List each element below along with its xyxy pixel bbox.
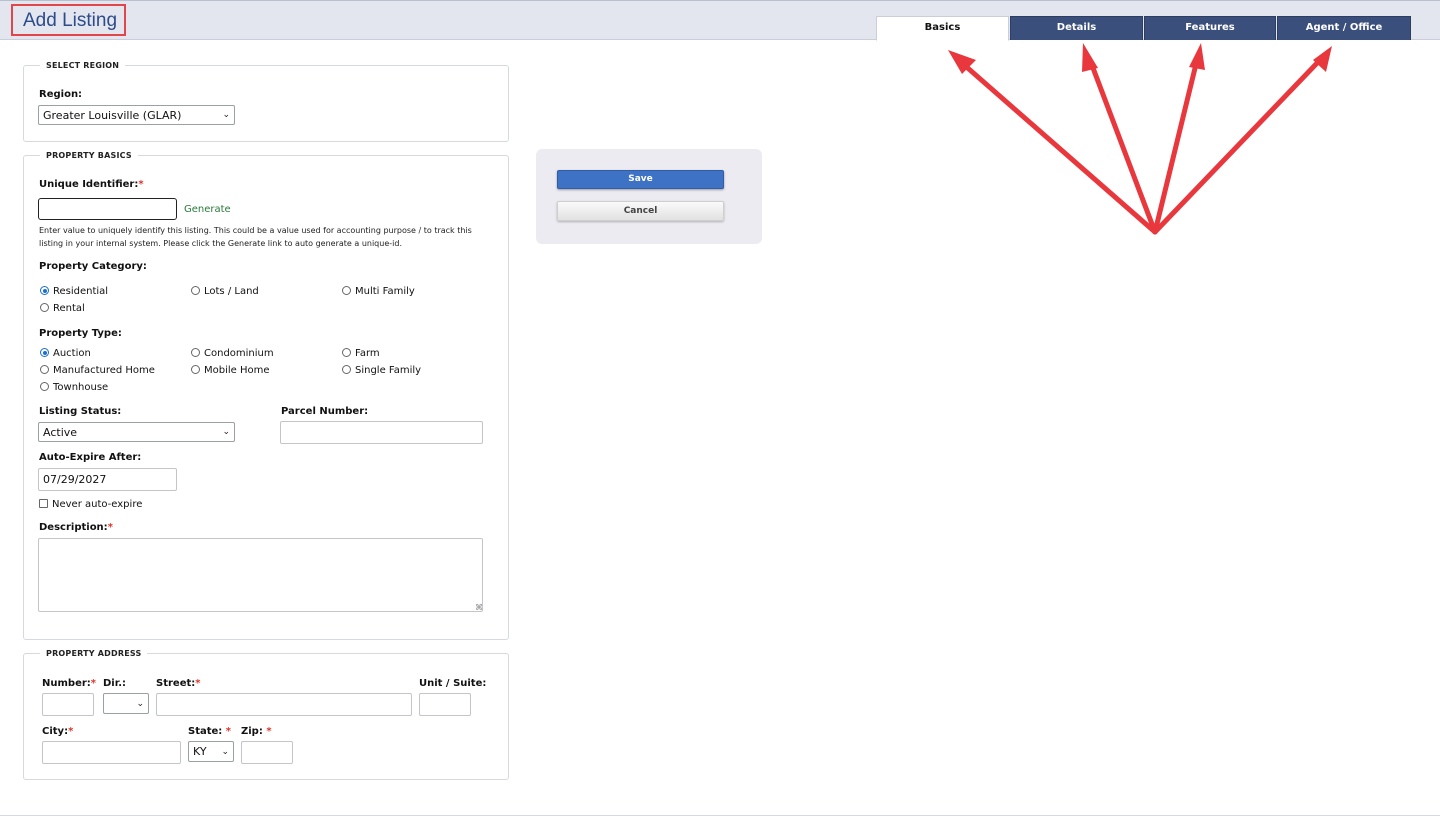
radio-multi-family-label: Multi Family	[355, 286, 415, 297]
state-label: State: *	[188, 726, 232, 737]
radio-mobile-home[interactable]	[191, 365, 200, 374]
radio-farm[interactable]	[342, 348, 351, 357]
unit-suite-label: Unit / Suite:	[419, 678, 487, 689]
arrowhead-agent-office	[1313, 46, 1332, 72]
arrowhead-details	[1082, 43, 1098, 72]
page-title: Add Listing	[11, 4, 126, 36]
chevron-down-icon: ⌄	[136, 698, 144, 709]
state-select-value: KY	[193, 745, 207, 758]
radio-single-family-label: Single Family	[355, 365, 422, 376]
description-label: Description:*	[39, 522, 113, 533]
tab-features[interactable]: Features	[1144, 16, 1276, 40]
select-region-legend: SELECT REGION	[46, 61, 120, 70]
radio-single-family[interactable]	[342, 365, 351, 374]
property-address-legend: PROPERTY ADDRESS	[46, 649, 142, 658]
radio-lots-land[interactable]	[191, 286, 200, 295]
listing-status-label: Listing Status:	[39, 406, 122, 417]
radio-rental-label: Rental	[53, 303, 85, 314]
property-category-label: Property Category:	[39, 261, 147, 272]
arrowhead-features	[1189, 43, 1205, 70]
radio-auction[interactable]	[40, 348, 49, 357]
radio-condominium[interactable]	[191, 348, 200, 357]
radio-residential-label: Residential	[53, 286, 109, 297]
cancel-button[interactable]: Cancel	[557, 201, 724, 221]
arrowhead-basics	[948, 50, 976, 74]
never-expire-label: Never auto-expire	[52, 499, 143, 510]
radio-auction-label: Auction	[53, 348, 91, 359]
footer-divider	[0, 815, 1440, 816]
radio-mobile-home-label: Mobile Home	[204, 365, 270, 376]
radio-multi-family[interactable]	[342, 286, 351, 295]
radio-townhouse-label: Townhouse	[53, 382, 109, 393]
street-input[interactable]	[156, 693, 412, 716]
radio-rental[interactable]	[40, 303, 49, 312]
arrow-to-features	[1152, 57, 1200, 235]
chevron-down-icon: ⌄	[222, 110, 230, 120]
arrow-to-basics	[959, 60, 1158, 235]
auto-expire-input[interactable]: 07/29/2027	[38, 468, 177, 491]
help-line-2: listing in your internal system. Please …	[39, 239, 402, 248]
chevron-down-icon: ⌄	[222, 427, 230, 437]
auto-expire-label: Auto-Expire After:	[39, 452, 142, 463]
description-textarea[interactable]	[38, 538, 483, 612]
arrow-to-details	[1087, 57, 1158, 235]
listing-status-value: Active	[43, 425, 78, 439]
radio-farm-label: Farm	[355, 348, 380, 359]
state-select[interactable]: KY ⌄	[188, 741, 234, 762]
parcel-number-input[interactable]	[280, 421, 483, 444]
city-input[interactable]	[42, 741, 181, 764]
radio-townhouse[interactable]	[40, 382, 49, 391]
region-label: Region:	[39, 89, 83, 100]
radio-manufactured-home-label: Manufactured Home	[53, 365, 155, 376]
zip-label: Zip: *	[241, 726, 272, 737]
required-mark: *	[138, 179, 144, 190]
chevron-down-icon: ⌄	[221, 746, 229, 757]
tab-details[interactable]: Details	[1010, 16, 1143, 40]
dir-select[interactable]: ⌄	[103, 693, 149, 714]
generate-link[interactable]: Generate	[184, 204, 231, 215]
parcel-number-label: Parcel Number:	[281, 406, 369, 417]
unique-id-help: Enter value to uniquely identify this li…	[39, 224, 509, 250]
region-select[interactable]: Greater Louisville (GLAR) ⌄	[38, 105, 235, 125]
city-label: City:*	[42, 726, 74, 737]
zip-input[interactable]	[241, 741, 293, 764]
unit-suite-input[interactable]	[419, 693, 471, 716]
arrow-to-agent-office	[1152, 57, 1323, 235]
tab-agent-office[interactable]: Agent / Office	[1277, 16, 1411, 40]
save-button[interactable]: Save	[557, 170, 724, 189]
number-input[interactable]	[42, 693, 94, 716]
street-label: Street:*	[156, 678, 201, 689]
radio-condominium-label: Condominium	[204, 348, 274, 359]
tab-basics[interactable]: Basics	[876, 16, 1009, 41]
radio-residential[interactable]	[40, 286, 49, 295]
radio-manufactured-home[interactable]	[40, 365, 49, 374]
region-select-value: Greater Louisville (GLAR)	[43, 108, 182, 122]
property-basics-legend: PROPERTY BASICS	[46, 151, 132, 160]
unique-id-input[interactable]	[38, 198, 177, 220]
unique-id-label: Unique Identifier:*	[39, 179, 144, 190]
listing-status-select[interactable]: Active ⌄	[38, 422, 235, 442]
radio-lots-land-label: Lots / Land	[204, 286, 259, 297]
dir-label: Dir.:	[103, 678, 127, 689]
action-panel	[536, 149, 762, 244]
help-line-1: Enter value to uniquely identify this li…	[39, 226, 472, 235]
property-type-label: Property Type:	[39, 328, 122, 339]
never-expire-checkbox[interactable]	[39, 499, 48, 508]
resize-handle-icon[interactable]: ⌘	[475, 603, 483, 612]
select-region-section: SELECT REGION	[23, 61, 509, 142]
number-label: Number:*	[42, 678, 97, 689]
